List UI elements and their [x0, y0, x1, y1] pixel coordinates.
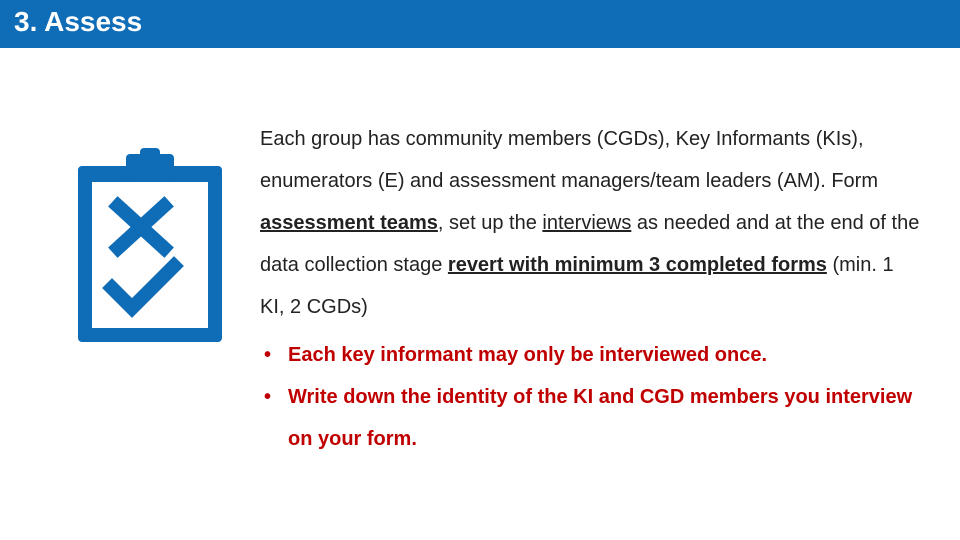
bullet-list: Each key informant may only be interview… [260, 334, 920, 460]
icon-column [40, 118, 260, 353]
text-column: Each group has community members (CGDs),… [260, 118, 920, 460]
clipboard-check-x-icon [70, 148, 230, 353]
slide: 3. Assess [0, 0, 960, 540]
para-seg3: , set up the [438, 212, 543, 234]
bullet-item: Write down the identity of the KI and CG… [260, 376, 920, 460]
para-seg2: assessment teams [260, 212, 438, 234]
content-row: Each group has community members (CGDs),… [0, 48, 960, 460]
bullet-item: Each key informant may only be interview… [260, 334, 920, 376]
body-paragraph: Each group has community members (CGDs),… [260, 118, 920, 328]
para-seg6: revert with minimum 3 completed forms [448, 254, 827, 276]
slide-title: 3. Assess [14, 6, 142, 37]
title-bar: 3. Assess [0, 0, 960, 48]
para-seg1: Each group has community members (CGDs),… [260, 128, 878, 192]
para-seg4: interviews [542, 212, 631, 234]
